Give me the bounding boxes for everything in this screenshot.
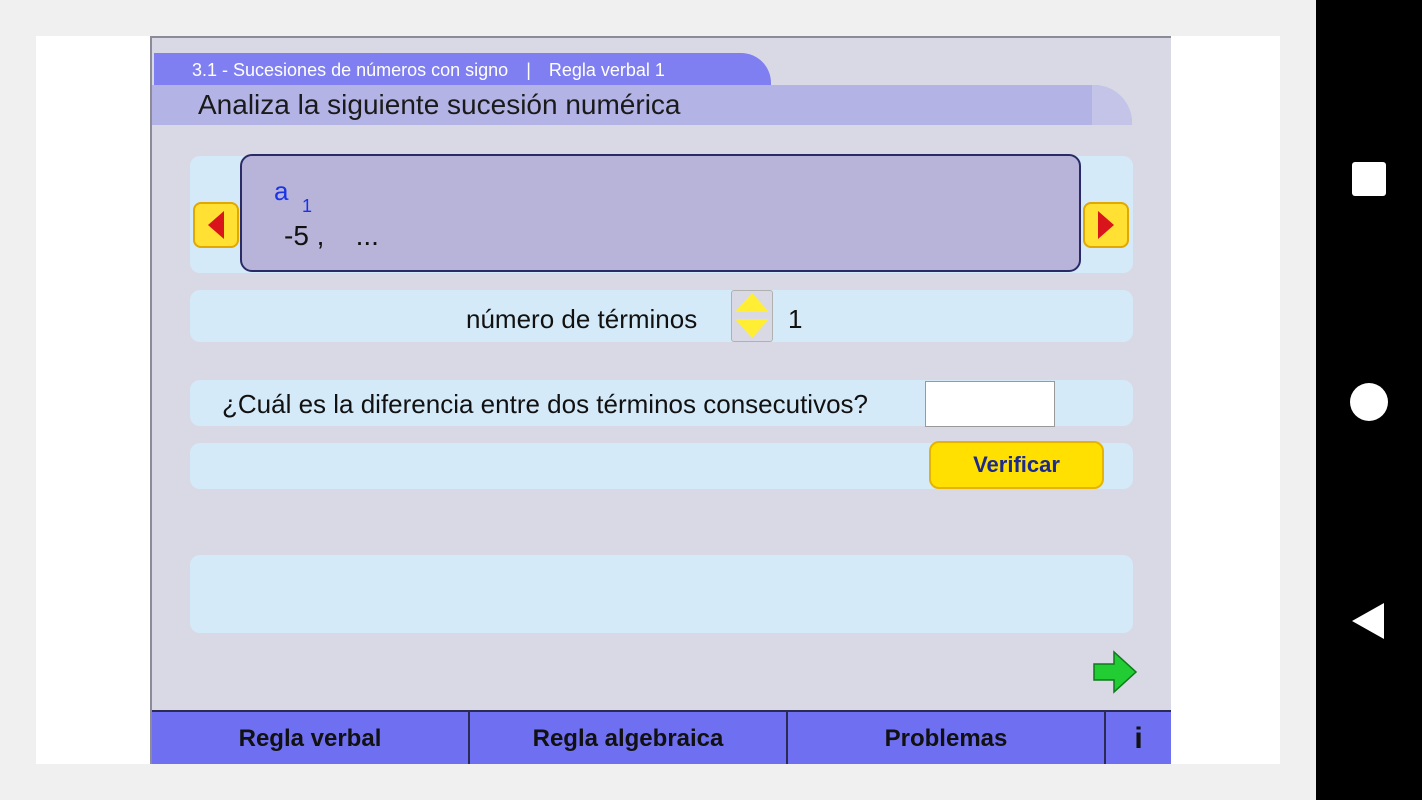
verify-panel: Verificar xyxy=(190,441,1133,489)
term-count-value: 1 xyxy=(788,304,803,334)
term-count-panel: número de términos 1 xyxy=(190,290,1133,342)
term-index: 1 xyxy=(302,196,313,216)
term-count-label: número de términos xyxy=(466,304,698,334)
back-icon[interactable] xyxy=(1352,603,1384,639)
sequence-values: -5 , ... xyxy=(284,220,379,251)
bottom-tab-bar: Regla verbal Regla algebraica Problemas … xyxy=(152,710,1171,764)
previous-term-button[interactable] xyxy=(193,202,239,248)
breadcrumb: 3.1 - Sucesiones de números con signo | Re… xyxy=(154,53,771,85)
title-bar-corner xyxy=(1092,85,1132,125)
tab-regla-verbal[interactable]: Regla verbal xyxy=(152,712,468,764)
android-navigation-bar xyxy=(1316,0,1422,800)
triangle-left-icon xyxy=(208,211,224,239)
verify-button[interactable]: Verificar xyxy=(929,441,1104,489)
breadcrumb-separator: | xyxy=(526,60,531,80)
breadcrumb-subsection: Regla verbal 1 xyxy=(548,60,665,80)
triangle-up-icon[interactable] xyxy=(735,293,769,312)
tab-regla-algebraica[interactable]: Regla algebraica xyxy=(470,712,786,764)
next-term-button[interactable] xyxy=(1083,202,1129,248)
sequence-panel: a 1 -5 , ... xyxy=(190,154,1133,273)
question-panel: ¿Cuál es la diferencia entre dos término… xyxy=(190,380,1133,427)
recents-icon[interactable] xyxy=(1352,162,1386,196)
lesson-screen: 3.1 - Sucesiones de números con signo | Re… xyxy=(150,36,1171,764)
page-title: Analiza la siguiente sucesión numérica xyxy=(198,89,681,120)
title-bar: Analiza la siguiente sucesión numérica xyxy=(152,85,1132,125)
app-viewport: 3.1 - Sucesiones de números con signo | Re… xyxy=(0,0,1316,800)
term-label: a xyxy=(274,176,289,206)
question-text: ¿Cuál es la diferencia entre dos término… xyxy=(222,389,868,419)
sequence-display: a 1 -5 , ... xyxy=(240,154,1081,272)
triangle-right-icon xyxy=(1098,211,1114,239)
tab-problemas[interactable]: Problemas xyxy=(788,712,1104,764)
answer-input[interactable] xyxy=(925,381,1055,427)
info-icon[interactable]: i xyxy=(1106,712,1171,764)
breadcrumb-section: 3.1 - Sucesiones de números con signo xyxy=(192,60,509,80)
term-count-stepper[interactable] xyxy=(731,290,773,342)
home-icon[interactable] xyxy=(1350,383,1388,421)
green-arrow-right-icon[interactable] xyxy=(1092,650,1138,694)
triangle-down-icon[interactable] xyxy=(735,319,769,338)
feedback-panel xyxy=(190,555,1133,633)
